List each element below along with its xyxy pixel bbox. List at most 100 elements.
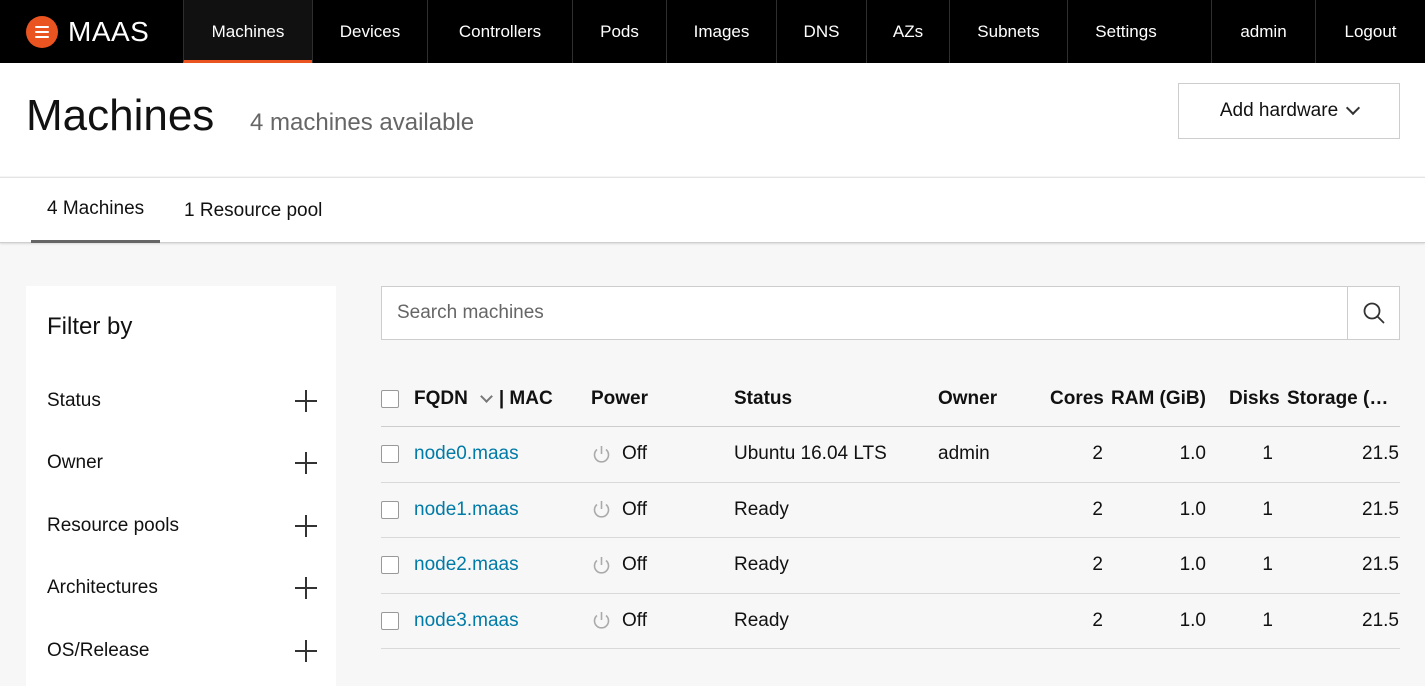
nav-item-settings[interactable]: Settings — [1067, 0, 1184, 63]
nav-item-devices[interactable]: Devices — [312, 0, 427, 63]
power-icon[interactable] — [591, 444, 612, 465]
filter-item-label: Owner — [47, 452, 103, 473]
table-row[interactable]: node1.maas Off Ready 2 1.0 1 21.5 — [381, 483, 1400, 538]
nav-item-images[interactable]: Images — [666, 0, 776, 63]
search-input[interactable] — [382, 287, 1347, 339]
storage-cell: 21.5 — [1362, 554, 1399, 576]
column-storage[interactable]: Storage (… — [1287, 372, 1388, 426]
disks-cell: 1 — [1262, 498, 1273, 520]
nav-item-logout[interactable]: Logout — [1315, 0, 1425, 63]
filter-item-os-release[interactable]: OS/Release — [47, 636, 317, 666]
table-row[interactable]: node3.maas Off Ready 2 1.0 1 21.5 — [381, 594, 1400, 649]
tab-resource-pools[interactable]: 1 Resource pool — [168, 178, 338, 243]
cores-cell: 2 — [1092, 609, 1103, 631]
status-cell: Ready — [734, 609, 789, 631]
filter-item-status[interactable]: Status — [47, 386, 317, 416]
storage-cell: 21.5 — [1362, 498, 1399, 520]
filter-title: Filter by — [47, 313, 133, 340]
power-cell: Off — [591, 483, 647, 538]
ram-cell: 1.0 — [1179, 443, 1206, 465]
plus-icon[interactable] — [295, 452, 317, 474]
plus-icon[interactable] — [295, 390, 317, 412]
owner-cell: admin — [938, 443, 990, 465]
disks-cell: 1 — [1262, 443, 1273, 465]
disks-cell: 1 — [1262, 609, 1273, 631]
filter-panel: Filter by Status Owner Resource pools Ar… — [26, 286, 336, 686]
add-hardware-button[interactable]: Add hardware — [1178, 83, 1400, 139]
nav-item-dns[interactable]: DNS — [776, 0, 866, 63]
status-cell: Ready — [734, 554, 789, 576]
filter-item-label: Resource pools — [47, 515, 180, 536]
nav-item-azs[interactable]: AZs — [866, 0, 949, 63]
column-power[interactable]: Power — [591, 372, 648, 426]
power-icon[interactable] — [591, 610, 612, 631]
row-checkbox[interactable] — [381, 445, 399, 464]
search-icon — [1363, 302, 1384, 324]
power-state: Off — [622, 609, 647, 631]
ram-cell: 1.0 — [1179, 609, 1206, 631]
brand-logo[interactable]: MAAS — [26, 15, 149, 49]
row-select-cell — [381, 483, 399, 538]
row-checkbox[interactable] — [381, 500, 399, 519]
tab-bar: 4 Machines 1 Resource pool — [0, 177, 1425, 243]
plus-icon[interactable] — [295, 640, 317, 662]
filter-item-architectures[interactable]: Architectures — [47, 573, 317, 603]
tab-machines[interactable]: 4 Machines — [31, 178, 161, 243]
nav-item-machines[interactable]: Machines — [183, 0, 312, 63]
power-cell: Off — [591, 427, 647, 482]
cores-cell: 2 — [1092, 498, 1103, 520]
table-row[interactable]: node0.maas Off Ubuntu 16.04 LTS admin 2 … — [381, 427, 1400, 483]
filter-item-label: OS/Release — [47, 640, 150, 661]
storage-cell: 21.5 — [1362, 443, 1399, 465]
search-button[interactable] — [1347, 287, 1399, 339]
machine-fqdn-link[interactable]: node2.maas — [414, 538, 519, 593]
row-select-cell — [381, 594, 399, 649]
add-hardware-label: Add hardware — [1219, 100, 1339, 121]
power-state: Off — [622, 554, 647, 576]
top-navigation: MAAS Machines Devices Controllers Pods I… — [0, 0, 1425, 63]
column-disks[interactable]: Disks — [1229, 372, 1280, 426]
power-icon[interactable] — [591, 555, 612, 576]
plus-icon[interactable] — [295, 515, 317, 537]
ram-cell: 1.0 — [1179, 498, 1206, 520]
row-select-cell — [381, 427, 399, 482]
table-header: FQDN | MAC Power Status Owner Cores RAM … — [381, 372, 1400, 427]
table-row[interactable]: node2.maas Off Ready 2 1.0 1 21.5 — [381, 538, 1400, 594]
nav-item-user[interactable]: admin — [1211, 0, 1315, 63]
column-cores[interactable]: Cores — [1050, 372, 1104, 426]
select-all-cell — [381, 372, 401, 426]
column-ram[interactable]: RAM (GiB) — [1111, 372, 1206, 426]
power-cell: Off — [591, 594, 647, 649]
nav-item-subnets[interactable]: Subnets — [949, 0, 1067, 63]
machine-fqdn-link[interactable]: node1.maas — [414, 483, 519, 538]
nav-item-controllers[interactable]: Controllers — [427, 0, 572, 63]
sort-chevron-icon[interactable] — [479, 389, 493, 403]
ram-cell: 1.0 — [1179, 554, 1206, 576]
plus-icon[interactable] — [295, 577, 317, 599]
column-status[interactable]: Status — [734, 372, 792, 426]
nav-item-pods[interactable]: Pods — [572, 0, 666, 63]
filter-item-resource-pools[interactable]: Resource pools — [47, 511, 317, 541]
page-title: Machines — [26, 91, 215, 140]
column-fqdn[interactable]: FQDN — [414, 388, 468, 410]
machines-table: FQDN | MAC Power Status Owner Cores RAM … — [381, 372, 1400, 649]
machine-fqdn-link[interactable]: node3.maas — [414, 594, 519, 649]
row-checkbox[interactable] — [381, 556, 399, 575]
brand-name: MAAS — [68, 16, 150, 47]
filter-item-owner[interactable]: Owner — [47, 448, 317, 478]
filter-item-label: Architectures — [47, 577, 158, 598]
maas-logo-icon — [26, 16, 58, 48]
power-state: Off — [622, 443, 647, 465]
filter-item-label: Status — [47, 390, 101, 411]
column-fqdn-mac: FQDN | MAC — [414, 372, 553, 426]
power-cell: Off — [591, 538, 647, 593]
chevron-down-icon — [1346, 100, 1361, 116]
status-cell: Ubuntu 16.04 LTS — [734, 443, 887, 465]
select-all-checkbox[interactable] — [381, 390, 399, 408]
column-mac[interactable]: | MAC — [499, 388, 553, 410]
column-owner[interactable]: Owner — [938, 372, 997, 426]
power-icon[interactable] — [591, 499, 612, 520]
row-checkbox[interactable] — [381, 611, 399, 630]
page-header: Machines 4 machines available Add hardwa… — [0, 63, 1425, 176]
machine-fqdn-link[interactable]: node0.maas — [414, 427, 519, 482]
